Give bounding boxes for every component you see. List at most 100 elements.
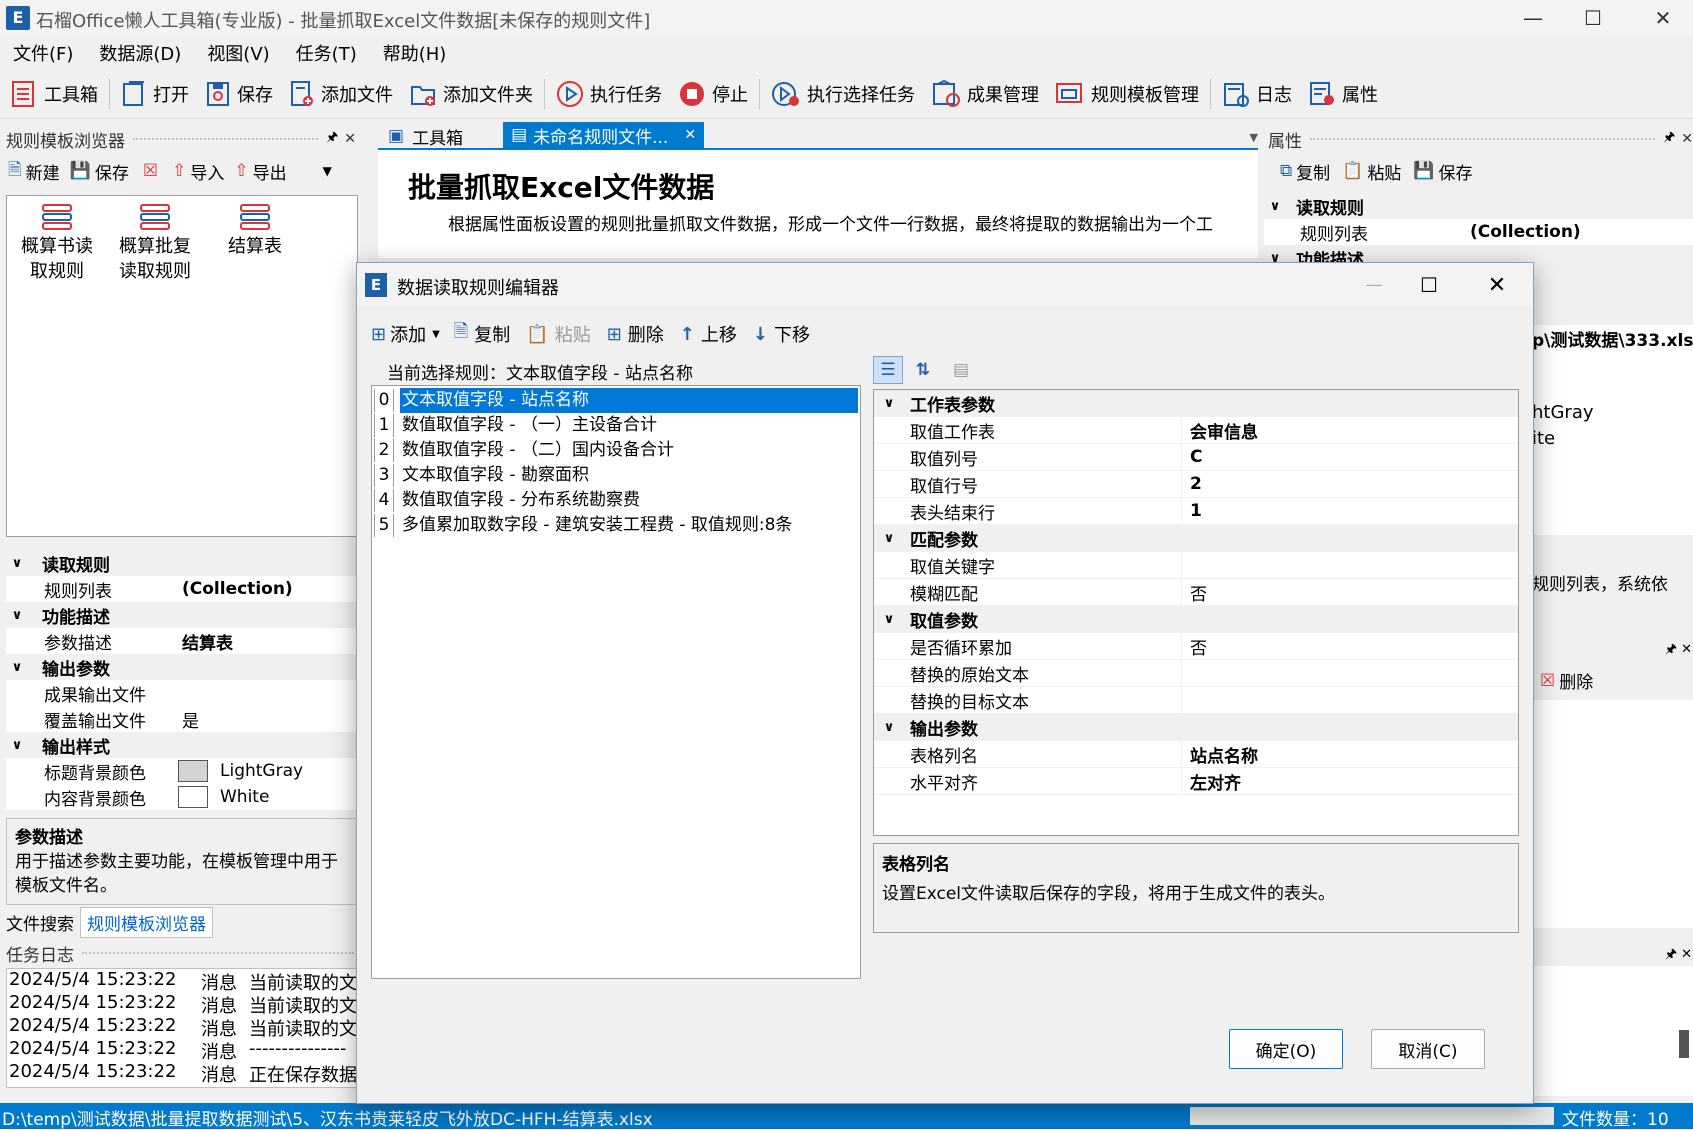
close-panel-icon[interactable]: ✕	[344, 131, 356, 147]
prop-replace-source[interactable]: 替换的原始文本	[874, 660, 1518, 687]
run-task-button[interactable]: 执行任务	[548, 74, 670, 114]
save-template-button[interactable]: 💾 保存	[70, 159, 129, 184]
chevron-down-icon: ∨	[883, 395, 895, 411]
menu-datasource[interactable]: 数据源(D)	[86, 40, 194, 66]
prop-overwrite[interactable]: 覆盖输出文件是	[6, 706, 356, 732]
template-item[interactable]: 概算批复读取规则	[107, 202, 203, 284]
results-button[interactable]: 成果管理	[923, 74, 1047, 114]
prop-loop-accumulate[interactable]: 是否循环累加否	[874, 633, 1518, 660]
rule-list-item[interactable]: 2 数值取值字段 - （二）国内设备合计	[374, 438, 858, 463]
category-output-params[interactable]: ∨ 输出参数	[874, 714, 1518, 741]
prop-keyword[interactable]: 取值关键字	[874, 552, 1518, 579]
property-pages-icon[interactable]: ▤	[947, 357, 975, 383]
prop-fuzzy-match[interactable]: 模糊匹配否	[874, 579, 1518, 606]
category-value-params[interactable]: ∨ 取值参数	[874, 606, 1518, 633]
prop-rule-list[interactable]: 规则列表 (Collection)	[6, 576, 356, 602]
prop-header-end-row[interactable]: 表头结束行 1	[874, 498, 1518, 525]
menu-task[interactable]: 任务(T)	[283, 40, 370, 66]
import-button[interactable]: ⇧ 导入	[172, 159, 224, 184]
properties-button[interactable]: 属性	[1300, 74, 1386, 114]
delete-template-icon[interactable]: ☒	[143, 161, 158, 181]
prop-column[interactable]: 取值列号 C	[874, 444, 1518, 471]
category-match-params[interactable]: ∨ 匹配参数	[874, 525, 1518, 552]
new-template-button[interactable]: 🗎 新建	[8, 157, 60, 186]
rule-list-item[interactable]: 1 数值取值字段 - （一）主设备合计	[374, 413, 858, 438]
tab-untitled-rule-file[interactable]: ▤ 未命名规则文件... ✕	[503, 122, 705, 148]
overflow-chevron-icon[interactable]: ▼	[323, 164, 332, 178]
close-panel-icon[interactable]: ✕	[1681, 131, 1693, 147]
menu-view[interactable]: 视图(V)	[194, 40, 282, 66]
copy-rule-button[interactable]: 🗎 复制	[454, 319, 510, 349]
template-item[interactable]: 结算表	[207, 202, 303, 259]
scrollbar-thumb[interactable]	[1679, 1030, 1689, 1058]
category-read-rules[interactable]: ∨ 读取规则	[1264, 193, 1693, 219]
rule-list-item[interactable]: 5 多值累加取数字段 - 建筑安装工程费 - 取值规则:8条	[374, 513, 858, 538]
move-up-button[interactable]: ↑ 上移	[680, 321, 737, 347]
categorized-view-icon[interactable]: ☰	[873, 356, 903, 384]
progress-bar	[1190, 1107, 1554, 1125]
pin-icon[interactable]: 🖈 ✕	[1665, 640, 1692, 662]
move-down-button[interactable]: ↓ 下移	[753, 321, 810, 347]
pin-icon[interactable]: 🖈	[1663, 128, 1675, 150]
toolbox-button[interactable]: 工具箱	[0, 74, 106, 114]
maximize-button[interactable]: ☐	[1563, 0, 1623, 36]
category-function-desc[interactable]: ∨ 功能描述	[6, 602, 356, 628]
close-tab-icon[interactable]: ✕	[684, 127, 696, 143]
minimize-button[interactable]: —	[1503, 0, 1563, 36]
sort-az-icon[interactable]: ⇅	[909, 357, 937, 383]
add-folder-button[interactable]: 添加文件夹	[401, 74, 541, 114]
prop-output-file[interactable]: 成果输出文件	[6, 680, 356, 706]
copy-button[interactable]: ⧉ 复制	[1280, 159, 1330, 184]
menu-help[interactable]: 帮助(H)	[370, 40, 460, 66]
prop-row[interactable]: 取值行号 2	[874, 471, 1518, 498]
pin-icon[interactable]: 🖈 ✕	[1665, 945, 1692, 967]
dialog-maximize-button[interactable]: ☐	[1399, 267, 1459, 303]
rule-list-item[interactable]: 0 文本取值字段 - 站点名称	[374, 388, 858, 413]
prop-content-bg[interactable]: 内容背景颜色 White	[6, 784, 356, 810]
dialog-close-button[interactable]: ✕	[1467, 267, 1527, 303]
prop-param-desc[interactable]: 参数描述 结算表	[6, 628, 356, 654]
category-function-desc[interactable]: ∨ 功能描述	[1264, 245, 1693, 263]
tab-list-chevron-icon[interactable]: ▼	[1250, 131, 1258, 148]
paste-rule-button[interactable]: 📋 粘贴	[526, 321, 590, 347]
save-button[interactable]: 保存	[197, 74, 281, 114]
open-button[interactable]: 打开	[113, 74, 197, 114]
prop-sheet[interactable]: 取值工作表 会审信息	[874, 417, 1518, 444]
prop-horizontal-align[interactable]: 水平对齐 左对齐	[874, 768, 1518, 795]
menu-file[interactable]: 文件(F)	[0, 40, 86, 66]
category-worksheet-params[interactable]: ∨ 工作表参数	[874, 390, 1518, 417]
cancel-button[interactable]: 取消(C)	[1371, 1029, 1485, 1069]
stop-button[interactable]: 停止	[670, 74, 756, 114]
tab-toolbox[interactable]: ▣ 工具箱	[378, 124, 473, 149]
export-button[interactable]: ⇧ 导出	[234, 159, 286, 184]
current-rule-label: 当前选择规则：文本取值字段 - 站点名称	[387, 364, 693, 384]
prop-replace-target[interactable]: 替换的目标文本	[874, 687, 1518, 714]
prop-rule-list[interactable]: 规则列表 (Collection)	[1264, 219, 1693, 245]
delete-button[interactable]: ☒ 删除	[1540, 668, 1593, 694]
tab-template-browser[interactable]: 规则模板浏览器	[80, 906, 213, 938]
stop-icon	[678, 80, 706, 108]
template-item[interactable]: 概算书读取规则	[9, 202, 105, 284]
category-output-style[interactable]: ∨ 输出样式	[6, 732, 356, 758]
save-properties-button[interactable]: 💾 保存	[1413, 159, 1472, 184]
template-manage-button[interactable]: 规则模板管理	[1047, 74, 1207, 114]
tab-file-search[interactable]: 文件搜索	[0, 910, 80, 935]
paste-button[interactable]: 📋 粘贴	[1342, 159, 1401, 184]
prop-title-bg[interactable]: 标题背景颜色 LightGray	[6, 758, 356, 784]
add-file-button[interactable]: 添加文件	[281, 74, 401, 114]
chevron-down-icon: ∨	[11, 555, 23, 571]
category-output-params[interactable]: ∨ 输出参数	[6, 654, 356, 680]
add-rule-button[interactable]: ⊞ 添加 ▼	[371, 321, 440, 347]
dialog-minimize-button[interactable]: —	[1349, 267, 1399, 303]
close-button[interactable]: ✕	[1633, 0, 1693, 36]
right-lower-panel	[1532, 700, 1693, 928]
run-selected-button[interactable]: 执行选择任务	[763, 74, 923, 114]
rule-list-item[interactable]: 3 文本取值字段 - 勘察面积	[374, 463, 858, 488]
prop-column-name[interactable]: 表格列名 站点名称	[874, 741, 1518, 768]
ok-button[interactable]: 确定(O)	[1229, 1029, 1343, 1069]
rule-list-item[interactable]: 4 数值取值字段 - 分布系统勘察费	[374, 488, 858, 513]
delete-rule-button[interactable]: ⊞ 删除	[607, 321, 664, 347]
log-button[interactable]: 日志	[1214, 74, 1300, 114]
pin-icon[interactable]: 🖈	[326, 128, 338, 150]
category-read-rules[interactable]: ∨ 读取规则	[6, 550, 356, 576]
